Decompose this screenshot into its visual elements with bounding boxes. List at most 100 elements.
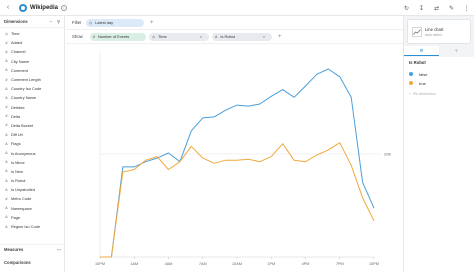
measure-pill[interactable]: # Number of Events	[90, 32, 146, 41]
more-icon[interactable]: ⋮	[463, 5, 470, 12]
dimension-item[interactable]: # Comment Length	[0, 75, 64, 84]
info-icon[interactable]: i	[60, 4, 67, 11]
x-tick-label: 7AM	[199, 262, 207, 266]
legend-label-true: true	[419, 80, 426, 86]
dimension-label: Added	[11, 40, 23, 46]
dimension-label: Comment	[11, 67, 28, 73]
line-chart[interactable]: 20K 10PM 1AM 4AM 7AM 10AM 1PM 4PM 7PM 10PM	[66, 45, 403, 272]
refresh-icon[interactable]: ↻	[403, 5, 410, 12]
measures-header[interactable]: Measures ⋯	[0, 244, 65, 254]
add-filter-icon[interactable]: +	[150, 20, 154, 26]
back-icon[interactable]: ‹	[2, 4, 14, 11]
dimension-item[interactable]: # Delta Bucket	[0, 121, 64, 130]
dimension-label: Diff Url	[11, 132, 23, 138]
add-split-icon[interactable]: +	[278, 34, 282, 40]
dimension-label: Namespace	[11, 205, 32, 211]
dimension-item[interactable]: A Country Name	[0, 93, 64, 102]
download-icon[interactable]: ↧	[418, 5, 425, 12]
string-icon: A	[5, 178, 8, 183]
split-pill-time[interactable]: ◷ Time ×	[149, 32, 209, 41]
x-tick-label: 10AM	[232, 262, 242, 266]
dimension-item[interactable]: A Page	[0, 213, 64, 222]
dimension-label: Time	[11, 31, 20, 37]
dimension-label: Is Anonymous	[11, 150, 36, 156]
string-icon: A	[5, 224, 8, 229]
dimension-item[interactable]: # Delta	[0, 112, 64, 121]
dimension-label: Is Unpatrolled	[11, 187, 36, 193]
hash-icon: #	[5, 40, 8, 45]
show-bar: Show # Number of Events ◷ Time × A Is Robo…	[66, 30, 403, 44]
split-pill-is-robot[interactable]: A Is Robot ×	[212, 32, 272, 41]
string-icon: A	[5, 141, 8, 146]
string-icon: A	[215, 34, 218, 39]
dimension-item[interactable]: A City Name	[0, 57, 64, 66]
comparisons-title: Comparisons	[4, 259, 31, 265]
show-label: Show	[72, 34, 83, 39]
right-panel: Line chart Auto select ⚙ ▿ Is Robot fals…	[403, 16, 474, 272]
dimension-label: Is Minor	[11, 159, 25, 165]
dimension-label: Comment Length	[11, 77, 41, 83]
hash-icon: #	[5, 123, 8, 128]
dimension-item[interactable]: # Added	[0, 38, 64, 47]
filter-pill-latest-day[interactable]: ◷ Latest day	[86, 18, 144, 27]
more-icon[interactable]: ⋯	[57, 247, 61, 252]
comparisons-header[interactable]: Comparisons	[0, 257, 65, 267]
close-icon[interactable]: ×	[263, 35, 265, 39]
legend-label-false: false	[419, 71, 428, 77]
filter-pill-label: Latest day	[95, 20, 114, 25]
clock-icon: ◷	[89, 20, 93, 25]
measures-title: Measures	[4, 247, 24, 252]
string-icon: A	[5, 49, 8, 54]
dimension-item[interactable]: # Deleted	[0, 103, 64, 112]
string-icon: A	[5, 86, 8, 91]
string-icon: A	[5, 215, 8, 220]
dimension-item[interactable]: A Country Iso Code	[0, 84, 64, 93]
dimension-item[interactable]: A Diff Url	[0, 130, 64, 139]
dimension-item[interactable]: A Is New	[0, 167, 64, 176]
dimension-label: Page	[11, 214, 21, 220]
filter-icon[interactable]: ▿	[439, 46, 474, 56]
dimension-item[interactable]: A Channel	[0, 47, 64, 56]
legend-item-false[interactable]: false	[409, 70, 427, 78]
datasource-title[interactable]: Wikipedia	[30, 5, 58, 11]
dimension-item[interactable]: A Comment	[0, 66, 64, 75]
filter-label: Filter	[72, 20, 82, 25]
edit-icon[interactable]: ✎	[448, 5, 455, 12]
dimension-item[interactable]: A Flags	[0, 139, 64, 148]
search-icon[interactable]: ⚲	[57, 19, 60, 24]
dimension-label: Country Name	[11, 95, 37, 101]
string-icon: A	[5, 95, 8, 100]
series-line-true	[100, 142, 375, 258]
legend-item-true[interactable]: true	[409, 79, 426, 87]
dimension-item[interactable]: A Is Robot	[0, 176, 64, 185]
string-icon: A	[5, 187, 8, 192]
dimension-item[interactable]: A Region Iso Code	[0, 222, 64, 231]
collapse-icon[interactable]: −	[50, 19, 52, 24]
hash-icon: #	[93, 34, 95, 39]
visualization-title: Line chart	[425, 26, 444, 32]
string-icon: A	[5, 68, 8, 73]
dimension-item[interactable]: A Is Unpatrolled	[0, 185, 64, 194]
share-icon[interactable]: ⇄	[433, 5, 440, 12]
settings-icon[interactable]: ⚙	[404, 46, 439, 56]
dimensions-list: ◷ Time # Added A Channel A City Name A Comment # Co…	[0, 28, 64, 231]
visualization-selector[interactable]: Line chart Auto select	[407, 19, 471, 44]
dimension-item[interactable]: A Is Anonymous	[0, 148, 64, 157]
x-tick-label: 7PM	[336, 262, 344, 266]
panel-tabs: ⚙ ▿	[404, 46, 474, 56]
top-actions: ↻ ↧ ⇄ ✎ ⋮	[403, 0, 470, 16]
filter-bar: Filter ◷ Latest day +	[66, 16, 403, 30]
close-icon[interactable]: ×	[200, 35, 202, 39]
pin-dimension-button[interactable]: + Pin dimension	[409, 92, 436, 96]
dimension-item[interactable]: # Metro Code	[0, 194, 64, 203]
string-icon: A	[5, 59, 8, 64]
dimension-item[interactable]: A Namespace	[0, 204, 64, 213]
x-tick-label: 10PM	[95, 262, 105, 266]
dimension-item[interactable]: ◷ Time	[0, 29, 64, 38]
dimension-label: City Name	[11, 58, 30, 64]
dimension-label: Delta	[11, 113, 21, 119]
dimension-item[interactable]: A Is Minor	[0, 158, 64, 167]
hash-icon: #	[5, 196, 8, 201]
string-icon: A	[5, 169, 8, 174]
y-tick-label: 20K	[384, 152, 391, 157]
